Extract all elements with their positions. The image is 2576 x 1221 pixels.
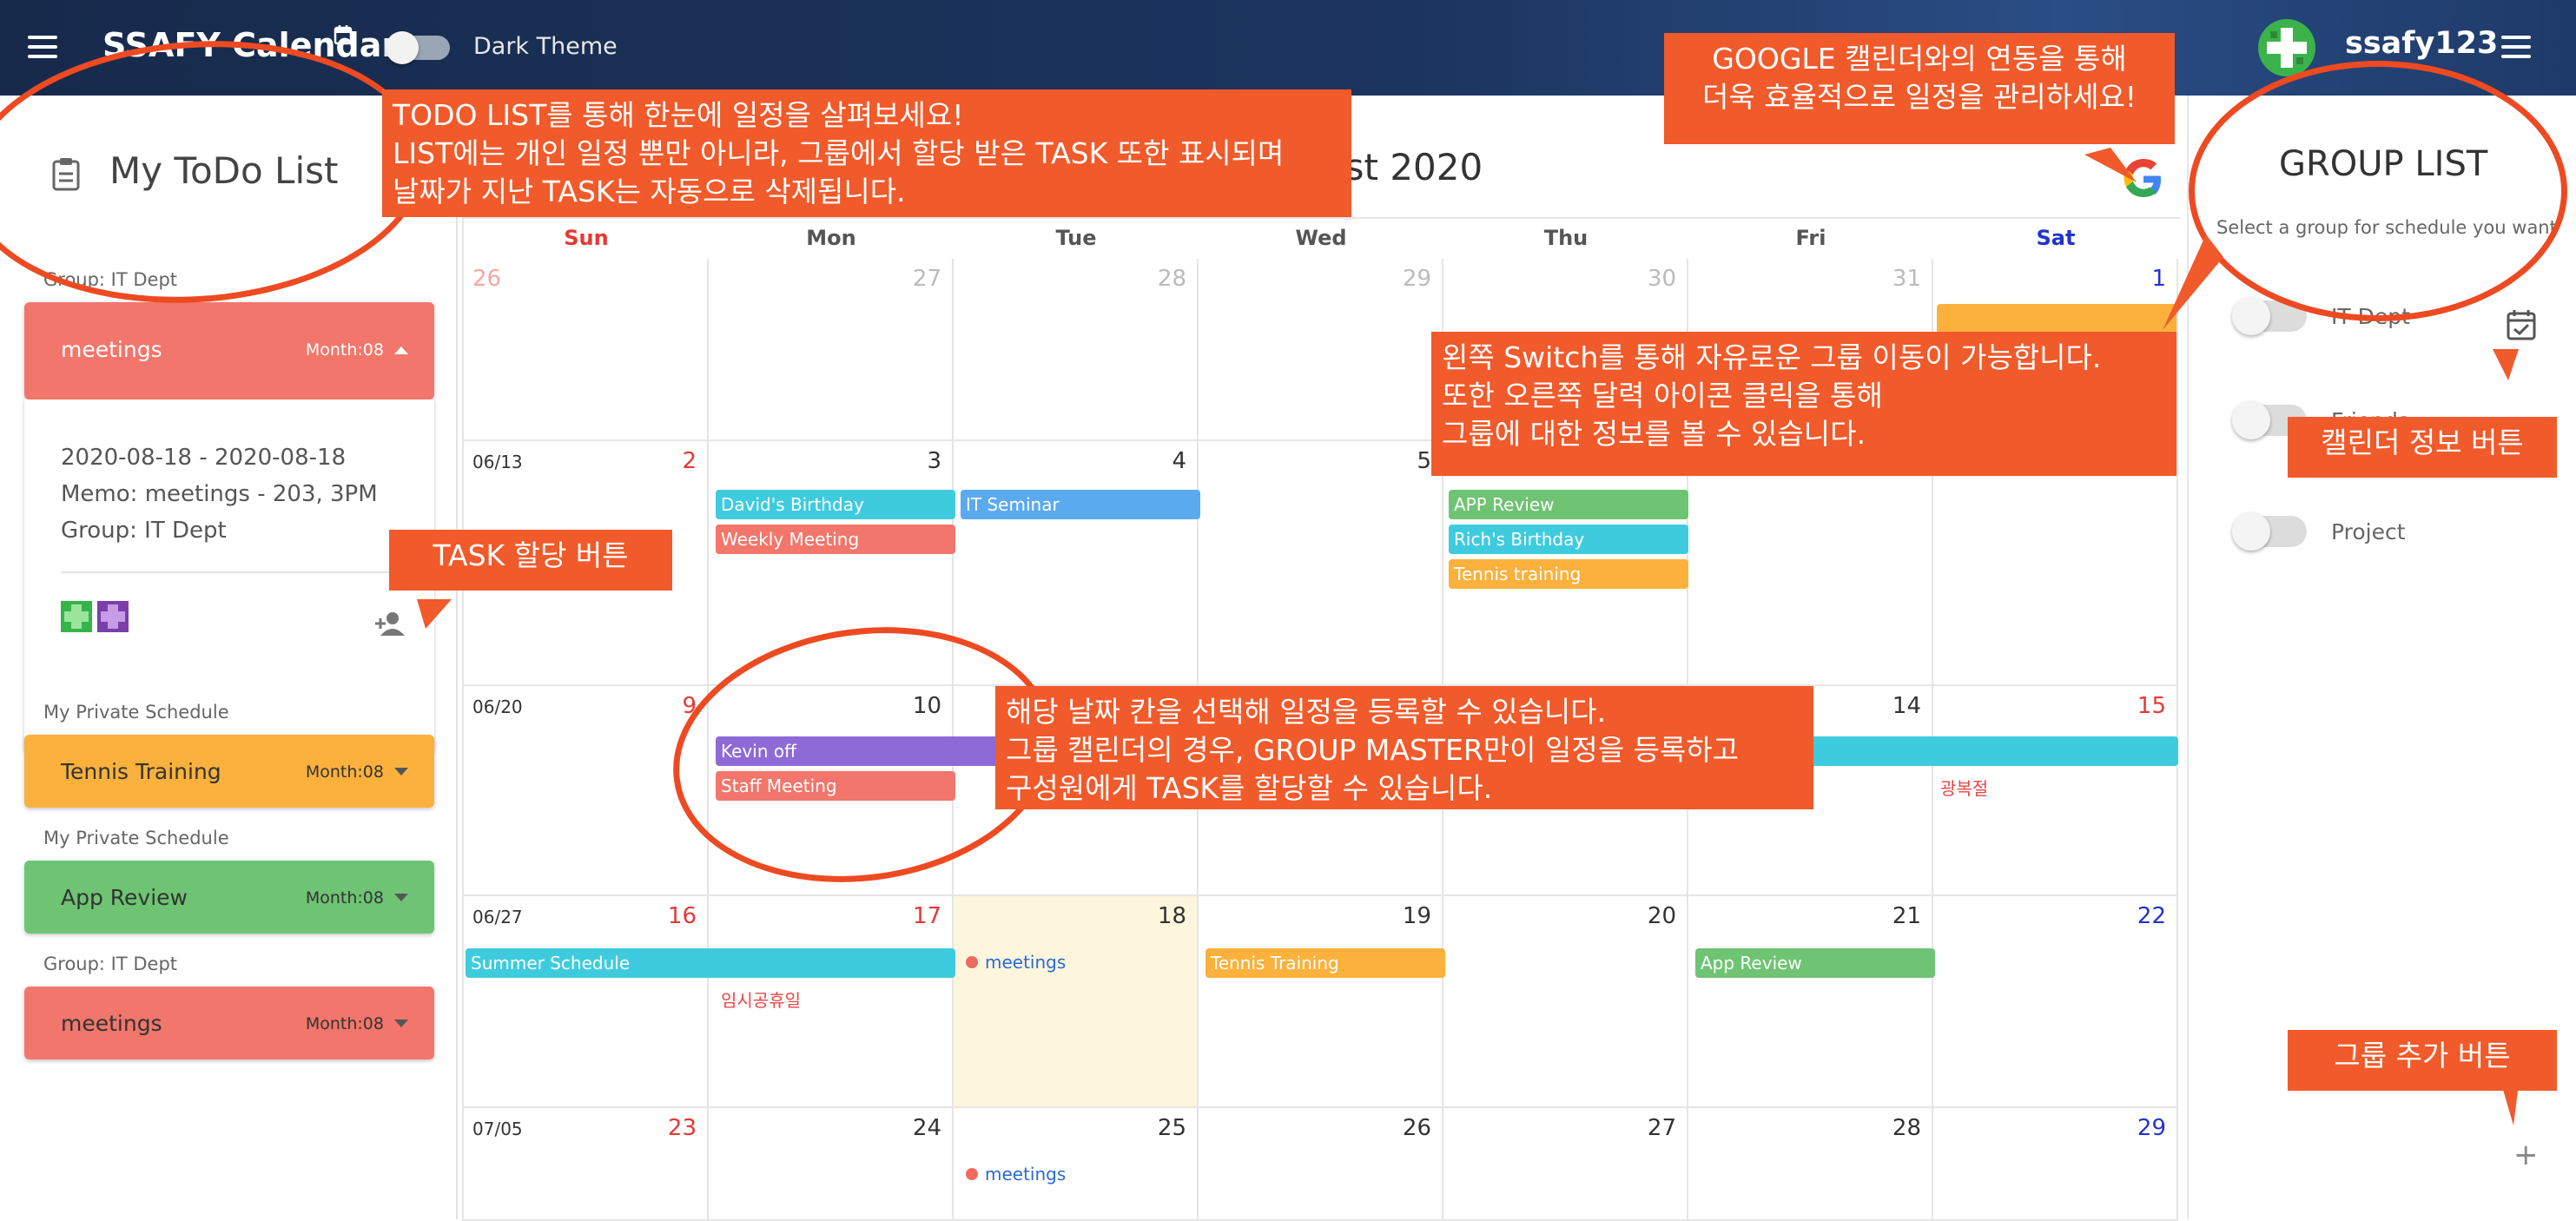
annotation-add-group: 그룹 추가 버튼 [2288,1030,2557,1091]
annotation-google: GOOGLE 캘린더와의 연동을 통해 더욱 효율적으로 일정을 관리하세요! [1664,33,2175,144]
annotation-calendar-info: 캘린더 정보 버튼 [2288,417,2557,478]
annotation-register: 해당 날짜 칸을 선택해 일정을 등록할 수 있습니다. 그룹 캘린더의 경우,… [995,686,1813,809]
annotation-todo: TODO LIST를 통해 한눈에 일정을 살펴보세요! LIST에는 개인 일… [382,89,1351,217]
annotation-switch: 왼쪽 Switch를 통해 자유로운 그룹 이동이 가능합니다. 또한 오른쪽 … [1431,332,2176,476]
annotation-task: TASK 할당 버튼 [389,530,672,591]
